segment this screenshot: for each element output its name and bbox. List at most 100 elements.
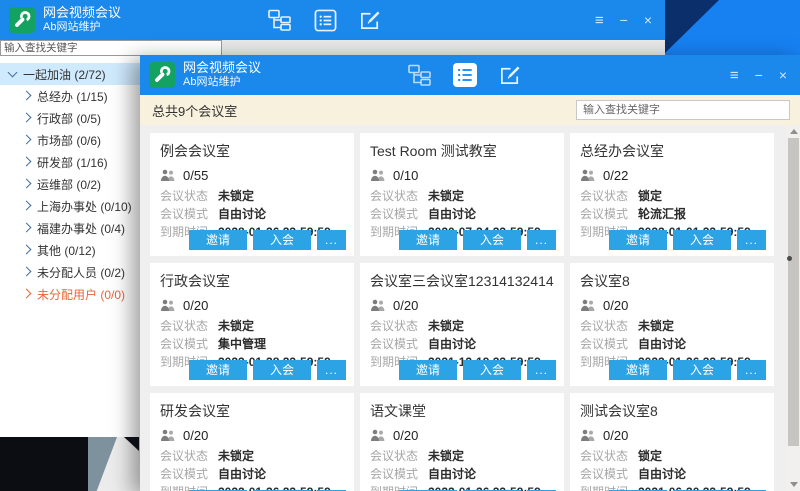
back-window-controls: ≡ − ×	[595, 0, 652, 40]
org-chart-icon[interactable]	[408, 63, 432, 87]
mode-value: 自由讨论	[638, 337, 686, 351]
status-value: 锁定	[638, 449, 662, 463]
status-label: 会议状态	[370, 449, 428, 463]
tree-item-shichangbu[interactable]: 市场部 (0/6)	[0, 129, 140, 151]
room-card: 行政会议室 0/20 会议状态未锁定 会议模式集中管理 到期时间2023-01-…	[150, 263, 354, 386]
invite-button[interactable]: 邀请	[189, 360, 247, 380]
mode-label: 会议模式	[370, 207, 428, 221]
invite-button[interactable]: 邀请	[609, 360, 667, 380]
edit-icon[interactable]	[498, 63, 522, 87]
participants-icon	[580, 299, 596, 312]
mode-value: 自由讨论	[218, 467, 266, 481]
more-button[interactable]: ...	[737, 230, 766, 250]
close-icon[interactable]: ×	[779, 68, 787, 82]
room-card: Test Room 测试教室 0/10 会议状态未锁定 会议模式自由讨论 到期时…	[360, 133, 564, 256]
tree-item-zongjingban[interactable]: 总经办 (1/15)	[0, 85, 140, 107]
room-count-text: 总共9个会议室	[152, 101, 237, 120]
tree-item-unassigned-staff[interactable]: 未分配人员 (0/2)	[0, 261, 140, 283]
app-logo	[149, 62, 175, 88]
meeting-list-icon-active[interactable]	[453, 63, 477, 87]
join-button[interactable]: 入会	[463, 360, 521, 380]
join-button[interactable]: 入会	[253, 230, 311, 250]
sidebar-search-input[interactable]	[0, 40, 222, 56]
room-search-input[interactable]	[576, 100, 790, 120]
minimize-icon[interactable]: −	[620, 13, 628, 27]
tree-item-xingzhengbu[interactable]: 行政部 (0/5)	[0, 107, 140, 129]
room-capacity: 0/20	[183, 298, 208, 313]
tree-item-shanghai[interactable]: 上海办事处 (0/10)	[0, 195, 140, 217]
status-label: 会议状态	[580, 189, 638, 203]
mode-label: 会议模式	[580, 467, 638, 481]
room-title: 研发会议室	[160, 401, 344, 421]
scrollbar-thumb[interactable]	[788, 138, 799, 446]
tree-item-unassigned-users[interactable]: 未分配用户 (0/0)	[0, 283, 140, 305]
chevron-right-icon	[22, 223, 32, 233]
wrench-icon	[151, 64, 173, 86]
app-title: 网会视频会议	[43, 5, 121, 21]
invite-button[interactable]: 邀请	[609, 230, 667, 250]
more-button[interactable]: ...	[317, 230, 346, 250]
invite-button[interactable]: 邀请	[399, 360, 457, 380]
summary-bar: 总共9个会议室	[140, 95, 800, 125]
status-label: 会议状态	[160, 319, 218, 333]
back-window-title-block: 网会视频会议 Ab网站维护	[43, 5, 121, 35]
scrollbar-dot	[787, 256, 792, 261]
participants-icon	[160, 299, 176, 312]
tree-item-qita[interactable]: 其他 (0/12)	[0, 239, 140, 261]
org-tree: 一起加油 (2/72) 总经办 (1/15) 行政部 (0/5) 市场部 (0/…	[0, 56, 140, 305]
room-title: 测试会议室8	[580, 401, 764, 421]
room-title: 例会会议室	[160, 141, 344, 161]
room-card: 研发会议室 0/20 会议状态未锁定 会议模式自由讨论 到期时间2022-01-…	[150, 393, 354, 491]
status-value: 未锁定	[428, 319, 464, 333]
mode-value: 自由讨论	[218, 207, 266, 221]
room-title: 总经办会议室	[580, 141, 764, 161]
menu-icon[interactable]: ≡	[730, 68, 739, 83]
tree-item-label: 福建办事处 (0/4)	[37, 220, 125, 237]
more-button[interactable]: ...	[527, 360, 556, 380]
participants-icon	[580, 169, 596, 182]
participants-icon	[580, 429, 596, 442]
scroll-down-arrow-icon[interactable]	[790, 482, 798, 487]
room-capacity: 0/55	[183, 168, 208, 183]
menu-icon[interactable]: ≡	[595, 13, 604, 28]
status-value: 未锁定	[218, 449, 254, 463]
tree-item-label: 上海办事处 (0/10)	[37, 198, 132, 215]
chevron-right-icon	[22, 179, 32, 189]
minimize-icon[interactable]: −	[755, 68, 763, 82]
status-value: 未锁定	[218, 189, 254, 203]
wallpaper-bottom-left	[0, 437, 140, 491]
more-button[interactable]: ...	[737, 360, 766, 380]
join-button[interactable]: 入会	[463, 230, 521, 250]
edit-icon[interactable]	[358, 8, 382, 32]
mode-label: 会议模式	[370, 467, 428, 481]
tree-item-yanfabu[interactable]: 研发部 (1/16)	[0, 151, 140, 173]
invite-button[interactable]: 邀请	[189, 230, 247, 250]
mode-label: 会议模式	[160, 337, 218, 351]
tree-item-yunweibu[interactable]: 运维部 (0/2)	[0, 173, 140, 195]
meeting-list-icon[interactable]	[313, 8, 337, 32]
join-button[interactable]: 入会	[673, 360, 731, 380]
status-label: 会议状态	[160, 189, 218, 203]
invite-button[interactable]: 邀请	[399, 230, 457, 250]
chevron-right-icon	[22, 113, 32, 123]
org-chart-icon[interactable]	[268, 8, 292, 32]
status-label: 会议状态	[160, 449, 218, 463]
join-button[interactable]: 入会	[253, 360, 311, 380]
more-button[interactable]: ...	[317, 360, 346, 380]
tree-item-fujian[interactable]: 福建办事处 (0/4)	[0, 217, 140, 239]
tree-item-label: 未分配人员 (0/2)	[37, 264, 125, 281]
mode-label: 会议模式	[160, 207, 218, 221]
status-value: 锁定	[638, 189, 662, 203]
participants-icon	[160, 429, 176, 442]
more-button[interactable]: ...	[527, 230, 556, 250]
tree-item-label: 总经办 (1/15)	[37, 88, 108, 105]
scroll-up-arrow-icon[interactable]	[790, 129, 798, 134]
room-title: 语文课堂	[370, 401, 554, 421]
status-value: 未锁定	[428, 449, 464, 463]
app-logo	[9, 7, 35, 33]
close-icon[interactable]: ×	[644, 13, 652, 27]
vertical-scrollbar[interactable]	[787, 125, 800, 491]
join-button[interactable]: 入会	[673, 230, 731, 250]
tree-item-root[interactable]: 一起加油 (2/72)	[0, 63, 140, 85]
back-titlebar: 网会视频会议 Ab网站维护	[0, 0, 665, 40]
